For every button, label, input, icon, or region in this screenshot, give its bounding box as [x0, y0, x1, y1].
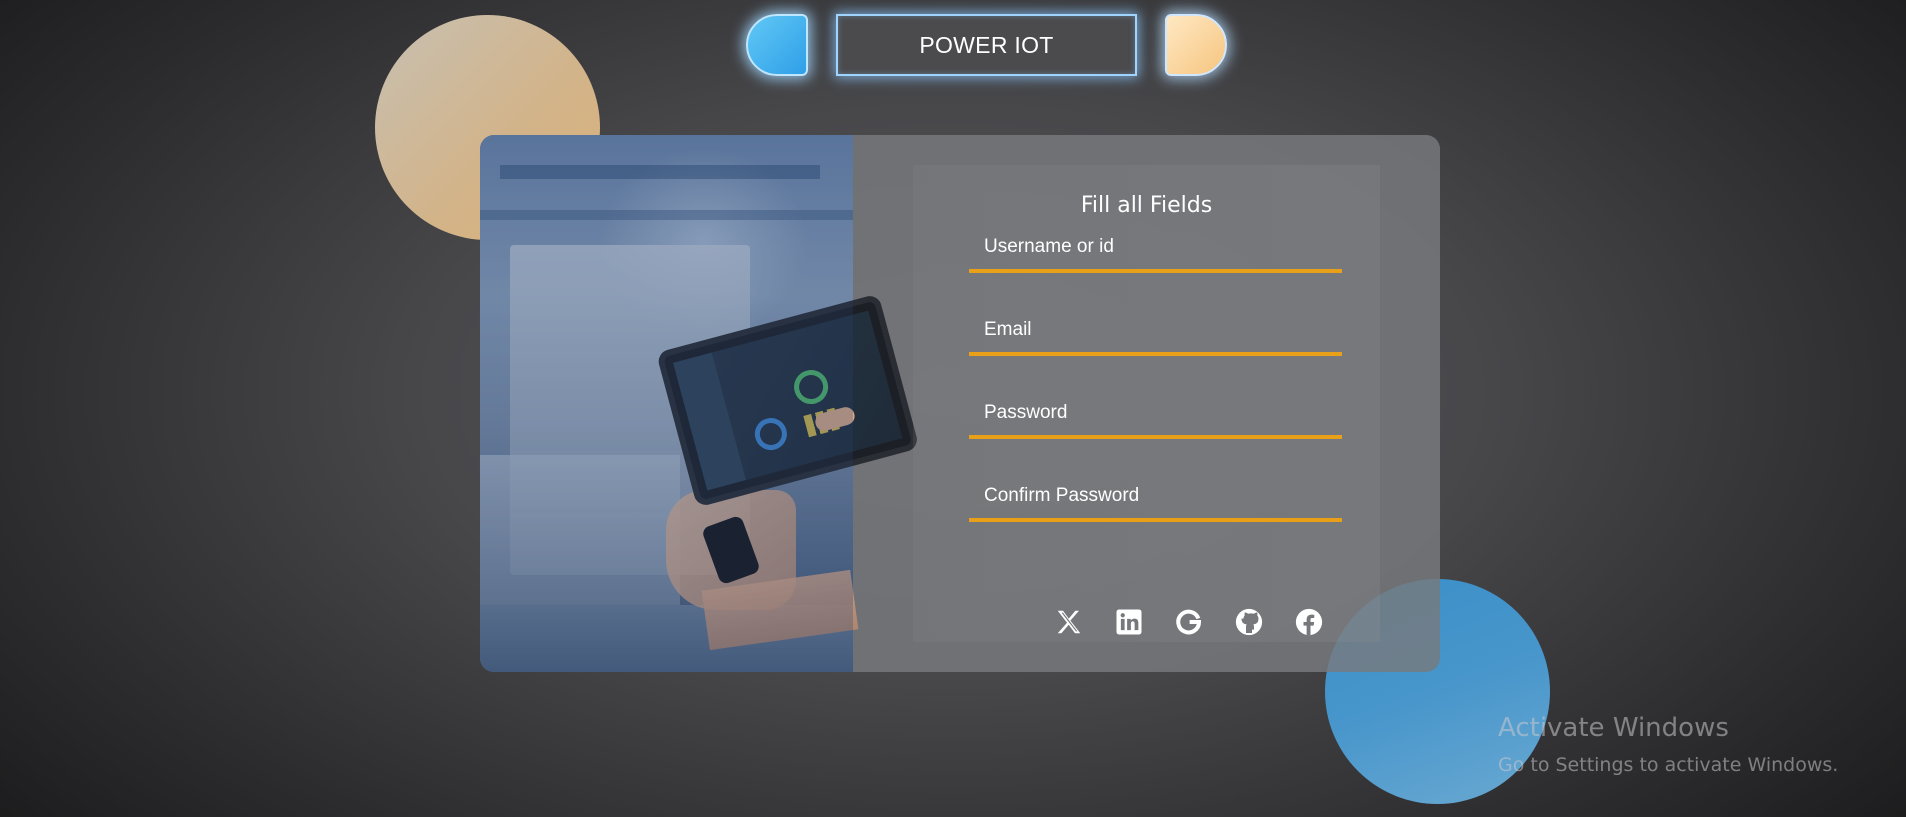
github-icon[interactable] [1232, 605, 1266, 639]
username-input[interactable] [969, 225, 1342, 269]
right-pill-button[interactable] [1165, 14, 1227, 76]
brand-title: POWER IOT [836, 14, 1137, 76]
x-icon[interactable] [1052, 605, 1086, 639]
confirm-password-input[interactable] [969, 474, 1342, 518]
confirm-password-field-container [969, 474, 1342, 522]
linkedin-icon[interactable] [1112, 605, 1146, 639]
activate-windows-title: Activate Windows [1498, 713, 1729, 743]
username-field-container [969, 225, 1342, 273]
industrial-tablet-image [480, 135, 920, 672]
left-pill-button[interactable] [746, 14, 808, 76]
google-icon[interactable] [1172, 605, 1206, 639]
email-input[interactable] [969, 308, 1342, 352]
activate-windows-subtitle: Go to Settings to activate Windows. [1498, 754, 1839, 776]
email-field-container [969, 308, 1342, 356]
password-input[interactable] [969, 391, 1342, 435]
facebook-icon[interactable] [1292, 605, 1326, 639]
password-field-container [969, 391, 1342, 439]
form-title: Fill all Fields [1080, 193, 1213, 218]
